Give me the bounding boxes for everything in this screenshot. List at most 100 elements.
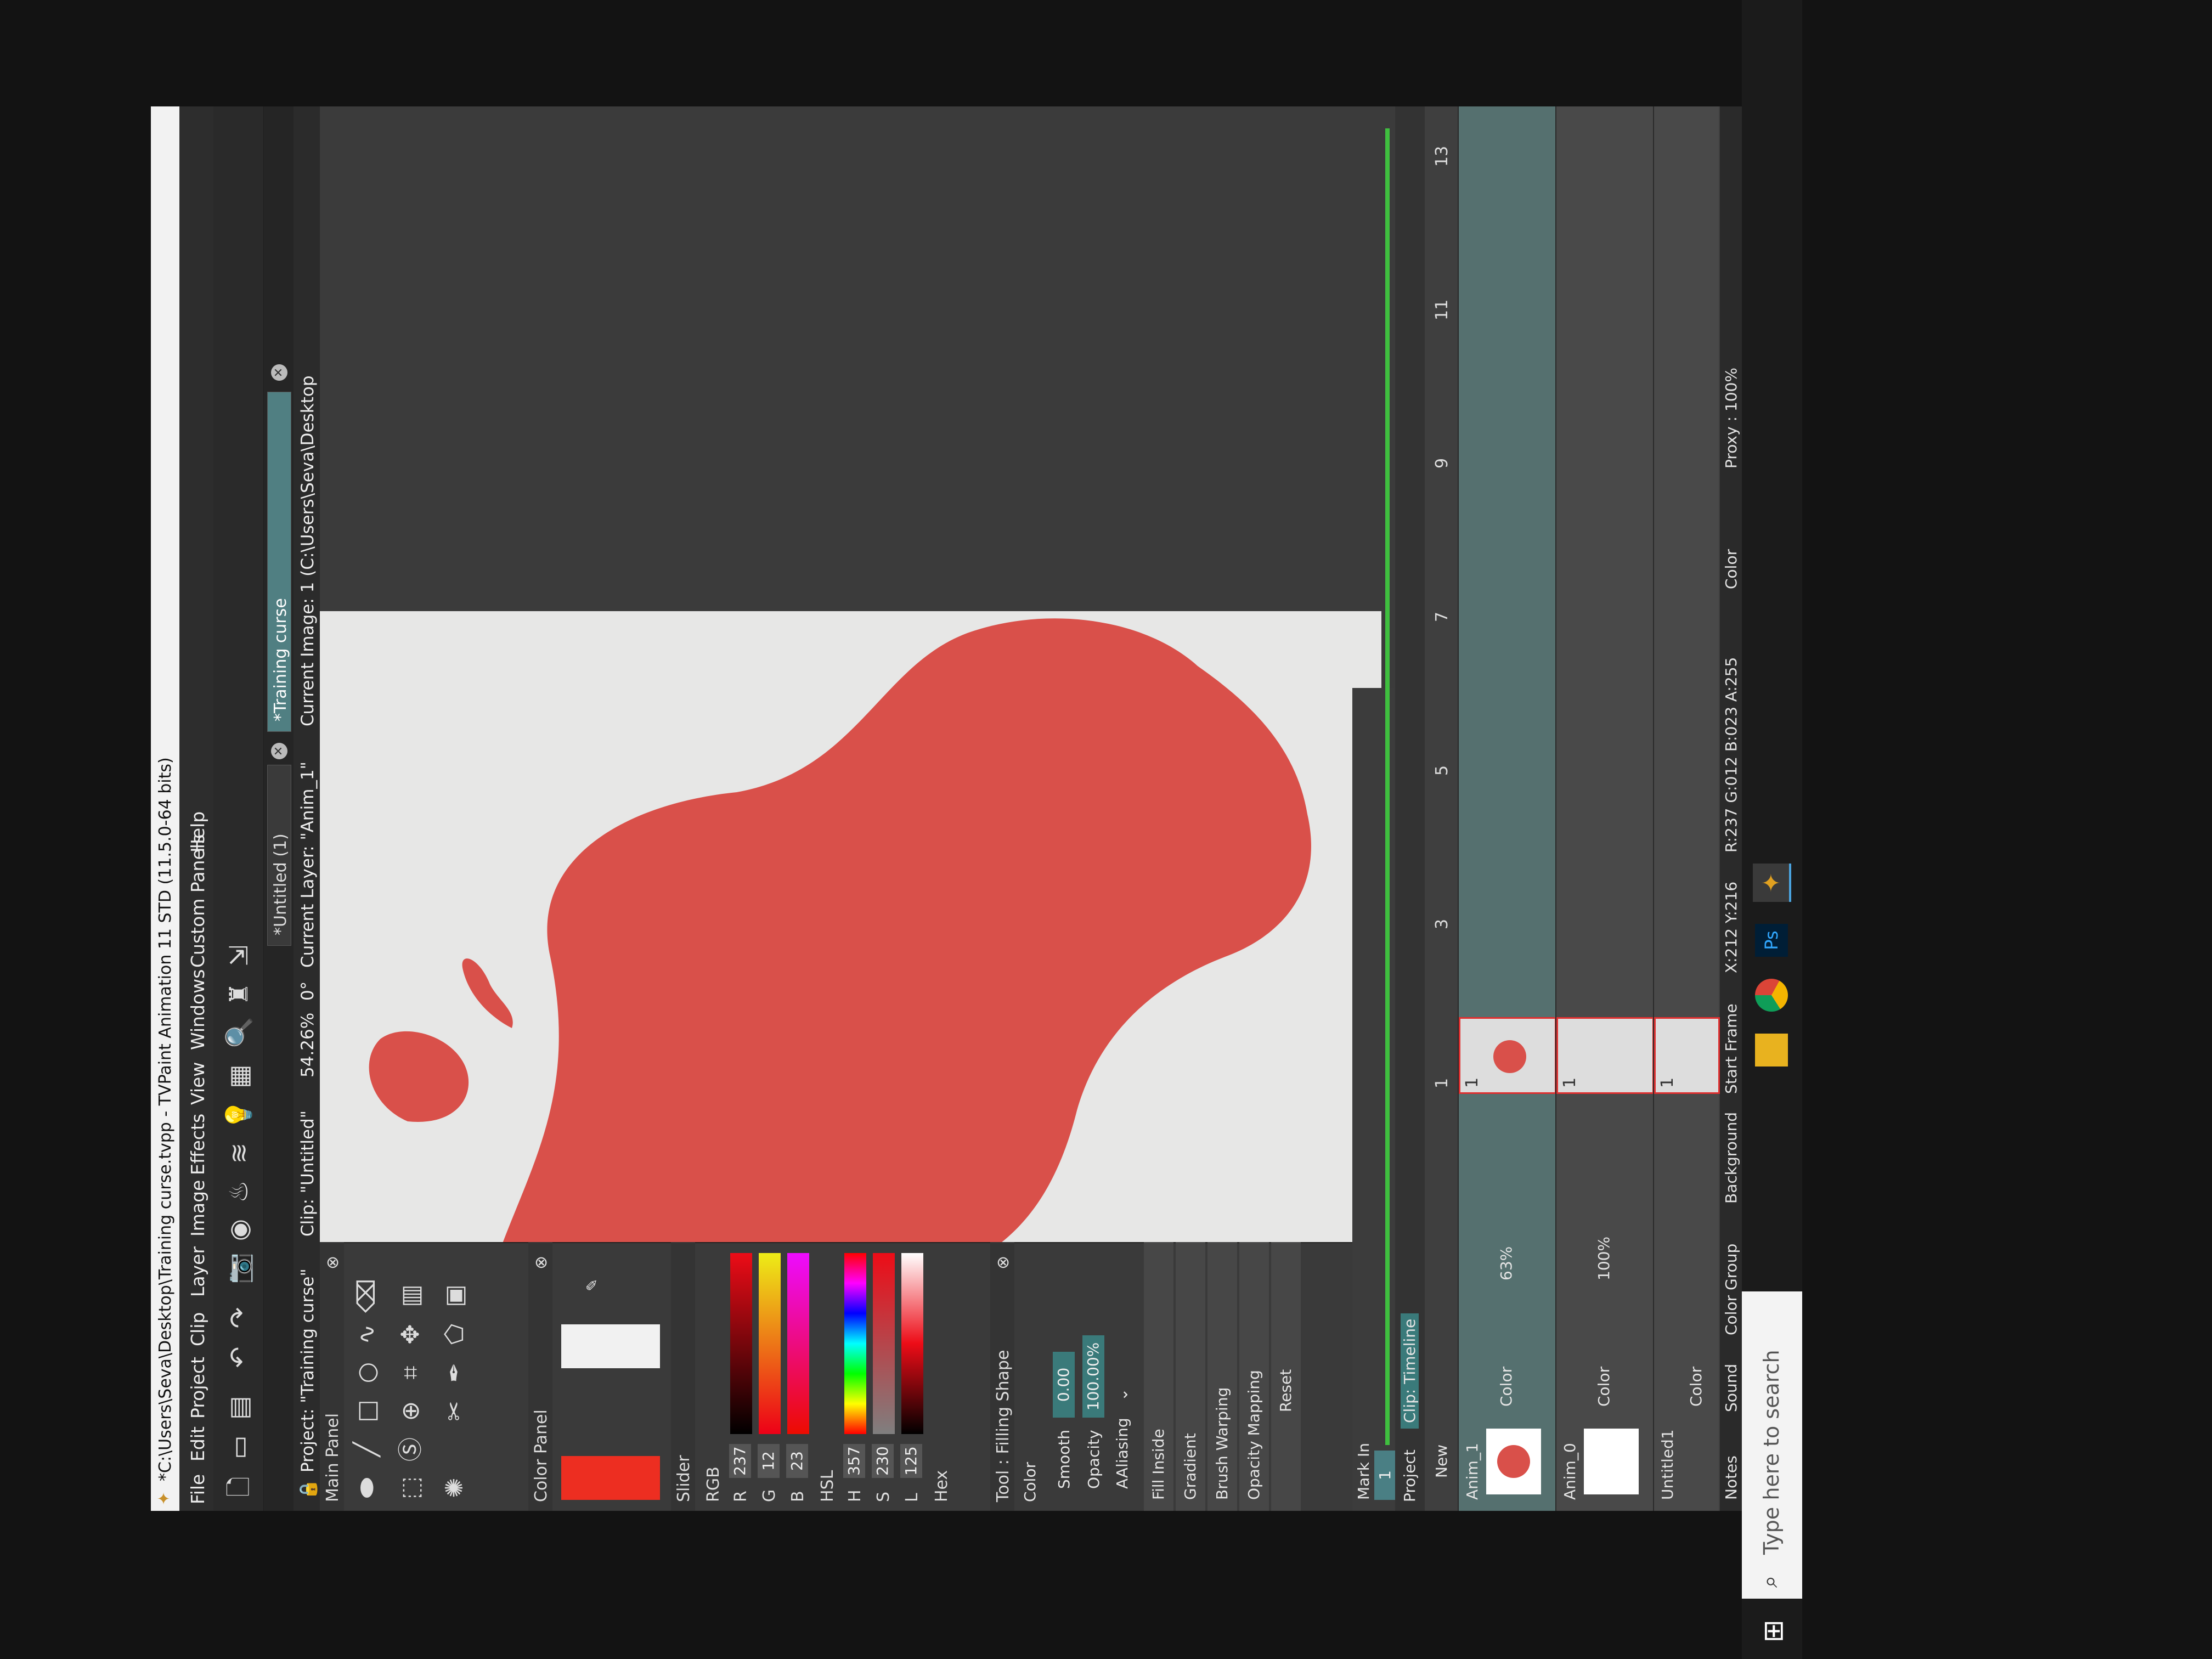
l-slider[interactable] [901,1253,923,1434]
export-icon[interactable]: ⇲ [221,938,256,973]
close-icon[interactable]: ⊗ [323,1256,342,1269]
camera-icon[interactable]: 📷 [221,1251,256,1286]
menu-edit[interactable]: Edit [187,1426,208,1462]
eyedropper-icon[interactable]: ✎ [583,1279,601,1291]
s-value[interactable]: 230 [872,1444,894,1478]
chrome-icon[interactable] [1755,979,1788,1012]
b-slider[interactable] [787,1253,809,1434]
menu-effects[interactable]: Effects [187,1114,208,1175]
menu-help[interactable]: Help [187,811,208,853]
r-slider[interactable] [730,1253,752,1434]
scissors-icon[interactable]: ✂ [437,1393,472,1429]
close-icon[interactable]: ⊗ [994,1256,1013,1269]
close-icon[interactable]: ✕ [271,364,287,381]
layer-opacity[interactable]: 63% [1497,1246,1515,1280]
undo-icon[interactable]: ↶ [221,1340,256,1375]
color-group-label[interactable]: Color Group [1722,1244,1740,1335]
redo-icon[interactable]: ↷ [221,1300,256,1335]
transform-icon[interactable]: ⬠ [437,1317,472,1352]
smooth-value[interactable]: 0.00 [1053,1352,1075,1418]
pen-icon[interactable]: ✒ [437,1355,472,1390]
rectangle-icon[interactable]: □ [349,1393,385,1429]
layer-opacity[interactable]: 100% [1595,1237,1613,1280]
blend-mode[interactable]: Color [1687,1367,1705,1407]
frame-cell[interactable]: 1 [1654,1017,1720,1094]
background-label[interactable]: Background [1722,1112,1740,1204]
start-frame-label[interactable]: Start Frame [1722,1003,1740,1094]
curve-icon[interactable]: ∿ [349,1317,385,1352]
drawing-viewport[interactable] [320,106,1395,1242]
l-value[interactable]: 125 [900,1444,922,1478]
layer-row-anim1[interactable]: Anim_1 Color 63% 1 [1458,106,1556,1511]
b-value[interactable]: 23 [786,1444,808,1478]
blend-mode[interactable]: Color [1595,1367,1613,1407]
frame-cell[interactable]: 1 [1459,1017,1556,1094]
reset-button[interactable]: Reset [1271,1242,1301,1511]
open-project-icon[interactable]: ▭ [221,1430,256,1465]
r-value[interactable]: 237 [729,1444,751,1478]
blend-mode[interactable]: Color [1497,1367,1515,1407]
selection-icon[interactable]: ⬚ [393,1470,428,1505]
grid-icon[interactable]: ▦ [221,1059,256,1094]
opacity-value[interactable]: 100.00% [1082,1335,1104,1418]
stamp-icon[interactable]: ♜ [221,977,256,1012]
h-value[interactable]: 357 [843,1444,865,1478]
new-project-icon[interactable]: 🗋 [221,1469,256,1504]
gradient-button[interactable]: Gradient [1176,1242,1205,1511]
frame-cell[interactable]: 1 [1556,1017,1654,1094]
primary-color-swatch[interactable] [561,1456,660,1500]
secondary-color-swatch[interactable] [561,1324,660,1368]
line-icon[interactable]: ╱ [349,1432,385,1467]
fill-inside-button[interactable]: Fill Inside [1144,1242,1173,1511]
brush-warping-button[interactable]: Brush Warping [1207,1242,1237,1511]
taskbar-search-box[interactable]: ⌕ Type here to search [1742,1291,1802,1599]
frame-icon[interactable]: ▣ [437,1278,472,1313]
tab-training-curse[interactable]: *Training curse [267,392,291,732]
h-slider[interactable] [844,1253,866,1434]
zoom-icon[interactable]: 🔍 [221,1015,256,1050]
close-icon[interactable]: ⊗ [532,1256,551,1269]
eraser-icon[interactable]: ⌫ [349,1278,385,1313]
menu-layer[interactable]: Layer [187,1246,208,1297]
tab-project[interactable]: Project [1401,1449,1419,1502]
layers-icon[interactable]: ≋ [221,1136,256,1171]
tvpaint-taskbar-icon[interactable]: ✦ [1753,864,1791,902]
close-icon[interactable]: ✕ [271,743,287,759]
tab-clip-timeline[interactable]: Clip: Timeline [1401,1313,1419,1429]
crop-icon[interactable]: ⌗ [393,1355,428,1390]
brush-shape-icon[interactable]: ⬬ [349,1470,385,1505]
menu-file[interactable]: File [187,1474,208,1504]
layer-row-anim0[interactable]: Anim_0 Color 100% 1 [1555,106,1654,1511]
menu-image[interactable]: Image [187,1180,208,1237]
menu-project[interactable]: Project [187,1357,208,1419]
notes-label[interactable]: Notes [1722,1455,1740,1500]
menu-custom-panels[interactable]: Custom Panels [187,834,208,968]
new-layer-button[interactable]: New [1432,1444,1451,1478]
color-wheel-icon[interactable]: ◉ [221,1212,256,1248]
g-value[interactable]: 12 [758,1444,780,1478]
menu-view[interactable]: View [187,1062,208,1105]
menu-clip[interactable]: Clip [187,1312,208,1346]
file-explorer-icon[interactable] [1755,1034,1788,1066]
light-table-icon[interactable]: ♨ [221,1174,256,1209]
s-slider[interactable] [873,1253,895,1434]
menu-windows[interactable]: Windows [187,969,208,1050]
lightbulb-icon[interactable]: 💡 [221,1097,256,1132]
warp-icon[interactable]: ✺ [437,1470,472,1505]
move-icon[interactable]: ✥ [393,1317,428,1352]
pan-icon[interactable]: ⊕ [393,1393,428,1429]
layer-row-untitled1[interactable]: Untitled1 Color 1 [1653,106,1720,1511]
timeline-range-bar[interactable] [1385,128,1390,1445]
save-project-icon[interactable]: ▤ [221,1390,256,1425]
markin-value[interactable]: 1 [1374,1451,1396,1500]
magic-select-icon[interactable]: Ⓢ [393,1432,428,1467]
ellipse-icon[interactable]: ○ [349,1355,385,1390]
canvas[interactable] [320,611,1381,1242]
photoshop-icon[interactable]: Ps [1755,924,1788,957]
opacity-mapping-button[interactable]: Opacity Mapping [1239,1242,1269,1511]
tab-untitled[interactable]: *Untitled (1) [267,765,291,946]
g-slider[interactable] [759,1253,781,1434]
windows-start-icon[interactable]: ⊞ [1757,1620,1789,1643]
sound-label[interactable]: Sound [1722,1364,1740,1412]
chevron-down-icon[interactable]: ⌄ [1113,1389,1131,1401]
